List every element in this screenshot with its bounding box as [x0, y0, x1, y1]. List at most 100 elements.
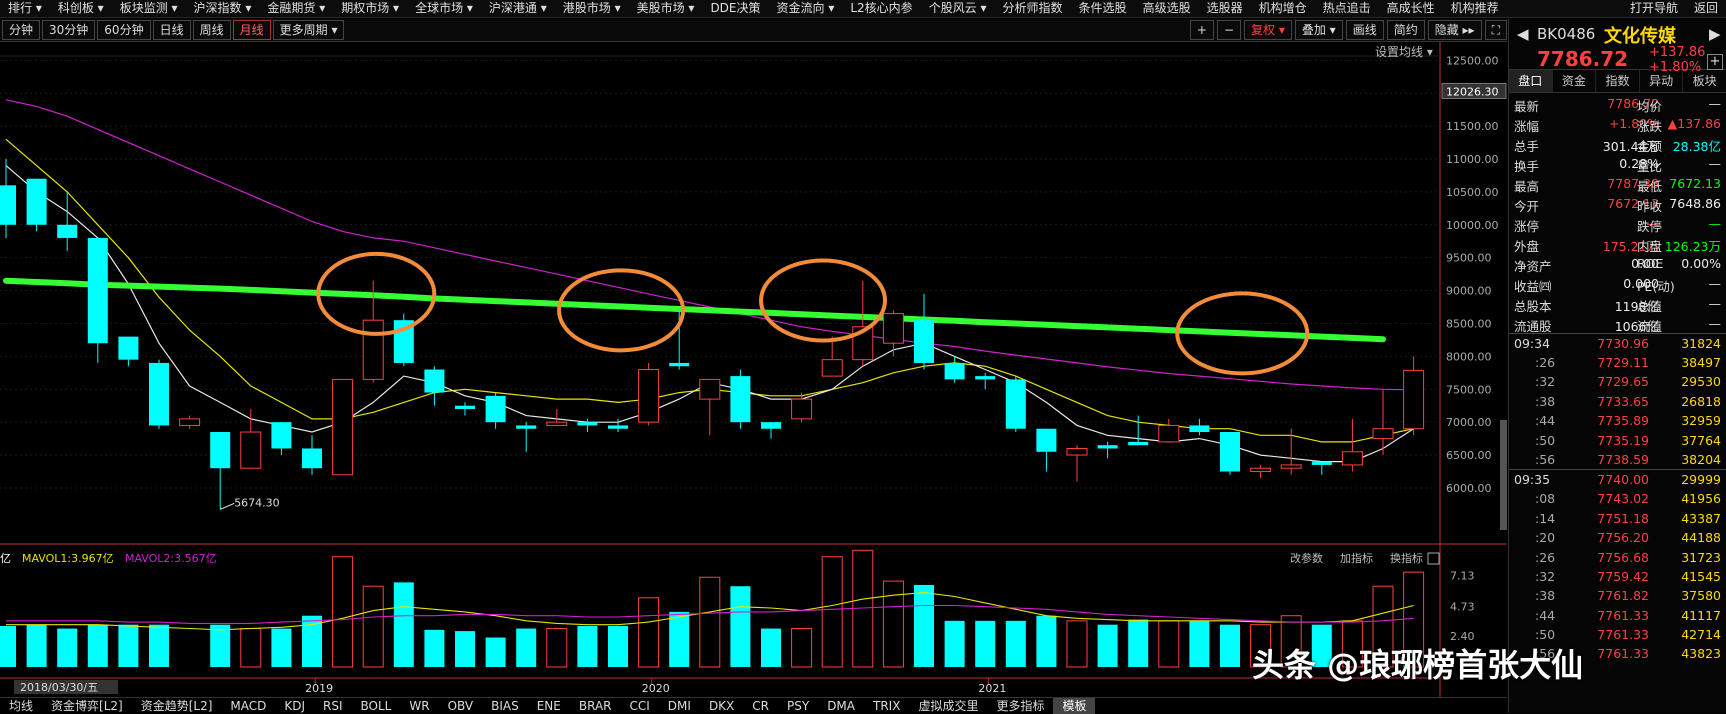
- tick-row: :20 7756.20 44188: [1509, 528, 1726, 547]
- quote-value: 0.00%: [1681, 256, 1721, 271]
- indicator-tab[interactable]: 虚拟成交里: [909, 698, 987, 714]
- toolbar-tool-button[interactable]: 简约: [1386, 20, 1425, 40]
- indicator-tab[interactable]: BIAS: [482, 698, 528, 714]
- volume-tool-button[interactable]: 改参数: [1290, 551, 1323, 565]
- indicator-tab[interactable]: RSI: [314, 698, 352, 714]
- toolbar-tool-button[interactable]: 叠加 ▾: [1294, 20, 1343, 40]
- menu-item[interactable]: 金融期货 ▾: [259, 0, 333, 17]
- menu-item[interactable]: 高成长性: [1379, 0, 1443, 17]
- toolbar-tool-button[interactable]: 复权 ▾: [1244, 20, 1292, 40]
- menu-item[interactable]: 排行 ▾: [0, 0, 50, 17]
- indicator-tab[interactable]: PSY: [778, 698, 818, 714]
- menu-item[interactable]: 期权市场 ▾: [333, 0, 407, 17]
- watermark: 头条 @琅琊榜首张大仙: [1252, 646, 1584, 684]
- candle-body-down: [975, 376, 996, 380]
- indicator-tab[interactable]: BOLL: [352, 698, 401, 714]
- menu-item[interactable]: 热点追击: [1315, 0, 1379, 17]
- indicator-tab[interactable]: 模板: [1053, 698, 1096, 714]
- indicator-tab[interactable]: DKX: [700, 698, 743, 714]
- tick-price: 7761.33: [1597, 607, 1649, 623]
- indicator-tab[interactable]: OBV: [439, 698, 483, 714]
- volume-tick-label: 7.13: [1450, 570, 1475, 583]
- close-volume-icon[interactable]: [1427, 552, 1440, 565]
- menu-item[interactable]: 沪深指数 ▾: [186, 0, 260, 17]
- candle-body-down: [1005, 379, 1026, 429]
- indicator-tab[interactable]: WR: [400, 698, 438, 714]
- toolbar-tool-button[interactable]: ⛶: [1484, 20, 1507, 40]
- candle-body-up: [1250, 467, 1272, 473]
- indicator-tab[interactable]: 资金趋势[L2]: [132, 698, 222, 714]
- volume-bar-up: [240, 628, 262, 668]
- volume-tool-button[interactable]: 换指标: [1390, 551, 1423, 565]
- indicator-tab[interactable]: KDJ: [275, 698, 314, 714]
- add-watchlist-button[interactable]: +: [1707, 54, 1723, 70]
- menu-item[interactable]: 美股市场 ▾: [629, 0, 703, 17]
- indicator-tab[interactable]: 资金博弈[L2]: [42, 698, 132, 714]
- period-button[interactable]: 更多周期 ▾: [272, 20, 345, 40]
- next-arrow-icon[interactable]: ▶: [1709, 25, 1721, 43]
- toolbar-right: + − 复权 ▾ 叠加 ▾ 画线 简约 隐藏 ▸▸ ⛶: [1187, 19, 1507, 41]
- quote-value: —: [1708, 296, 1722, 311]
- candle-body-down: [761, 422, 781, 429]
- indicator-tab[interactable]: 均线: [0, 698, 42, 714]
- chart-scrollbar[interactable]: [1500, 420, 1507, 530]
- prev-arrow-icon[interactable]: ◀: [1517, 25, 1529, 43]
- period-button[interactable]: 周线: [192, 20, 231, 40]
- quote-tab[interactable]: 指数: [1596, 70, 1640, 92]
- quote-tab[interactable]: 资金: [1553, 70, 1597, 92]
- indicator-tab[interactable]: DMA: [818, 698, 864, 714]
- indicator-tab[interactable]: BRAR: [570, 698, 621, 714]
- toolbar-tool-button[interactable]: −: [1216, 20, 1241, 40]
- period-button[interactable]: 月线: [232, 20, 271, 40]
- ma-settings-button[interactable]: 设置均线 ▾: [1375, 45, 1433, 59]
- menu-item[interactable]: 板块监测 ▾: [112, 0, 186, 17]
- menu-item[interactable]: 港股市场 ▾: [555, 0, 629, 17]
- tick-row: :44 7761.33 41117: [1509, 606, 1726, 625]
- menu-item[interactable]: 条件选股: [1071, 0, 1135, 17]
- toolbar-tool-button[interactable]: 隐藏 ▸▸: [1427, 20, 1482, 40]
- period-button[interactable]: 30分钟: [42, 20, 96, 40]
- tick-price: 7733.65: [1597, 393, 1649, 409]
- indicator-tab[interactable]: MACD: [221, 698, 275, 714]
- quote-tab[interactable]: 盘口: [1509, 70, 1553, 92]
- period-button[interactable]: 日线: [152, 20, 191, 40]
- menu-item[interactable]: 个股风云 ▾: [921, 0, 995, 17]
- menu-item[interactable]: 分析师指数: [995, 0, 1071, 17]
- menu-item[interactable]: 科创板 ▾: [50, 0, 112, 17]
- indicator-tab[interactable]: 更多指标: [987, 698, 1053, 714]
- menu-item[interactable]: 全球市场 ▾: [407, 0, 481, 17]
- tick-price: 7735.19: [1597, 432, 1649, 448]
- candle-body-up: [240, 431, 262, 469]
- indicator-tab[interactable]: ENE: [528, 698, 570, 714]
- indicator-tab[interactable]: DMI: [659, 698, 700, 714]
- menu-item[interactable]: 机构增仓: [1251, 0, 1315, 17]
- candle-body-down: [516, 425, 537, 429]
- volume-tool-button[interactable]: 加指标: [1340, 551, 1373, 565]
- tick-volume: 43387: [1681, 510, 1721, 526]
- candle-body-up: [699, 378, 721, 400]
- tick-time: 09:35: [1514, 472, 1551, 488]
- menu-item[interactable]: 沪深港通 ▾: [481, 0, 555, 17]
- period-button[interactable]: 分钟: [2, 20, 41, 40]
- date-label: 2018/03/30/五: [20, 681, 98, 694]
- toolbar-tool-button[interactable]: 画线: [1345, 20, 1384, 40]
- menu-right-item[interactable]: 打开导航: [1622, 0, 1686, 17]
- toolbar-tool-button[interactable]: +: [1189, 20, 1214, 40]
- indicator-tab[interactable]: CCI: [621, 698, 659, 714]
- indicator-tab[interactable]: CR: [743, 698, 778, 714]
- volume-bar-down: [149, 624, 169, 667]
- menu-item[interactable]: 选股器: [1199, 0, 1251, 17]
- menu-item[interactable]: 资金流向 ▾: [769, 0, 843, 17]
- menu-item[interactable]: 高级选股: [1135, 0, 1199, 17]
- menu-item[interactable]: DDE决策: [702, 0, 768, 17]
- indicator-tab[interactable]: TRIX: [864, 698, 909, 714]
- menu-item[interactable]: 机构推荐: [1443, 0, 1507, 17]
- menu-item[interactable]: L2核心内参: [842, 0, 920, 17]
- tick-row: :44 7735.89 32959: [1509, 411, 1726, 430]
- mavol1-label: MAVOL1:3.967亿: [22, 552, 114, 565]
- kline-chart[interactable]: 6000.00 6500.00 7000.00 7500.00 8000.00 8500.…: [0, 42, 1507, 697]
- menu-right-item[interactable]: 返回: [1686, 0, 1726, 17]
- period-button[interactable]: 60分钟: [97, 20, 151, 40]
- volume-bar-up: [821, 556, 843, 668]
- quote-value: —: [1708, 156, 1722, 171]
